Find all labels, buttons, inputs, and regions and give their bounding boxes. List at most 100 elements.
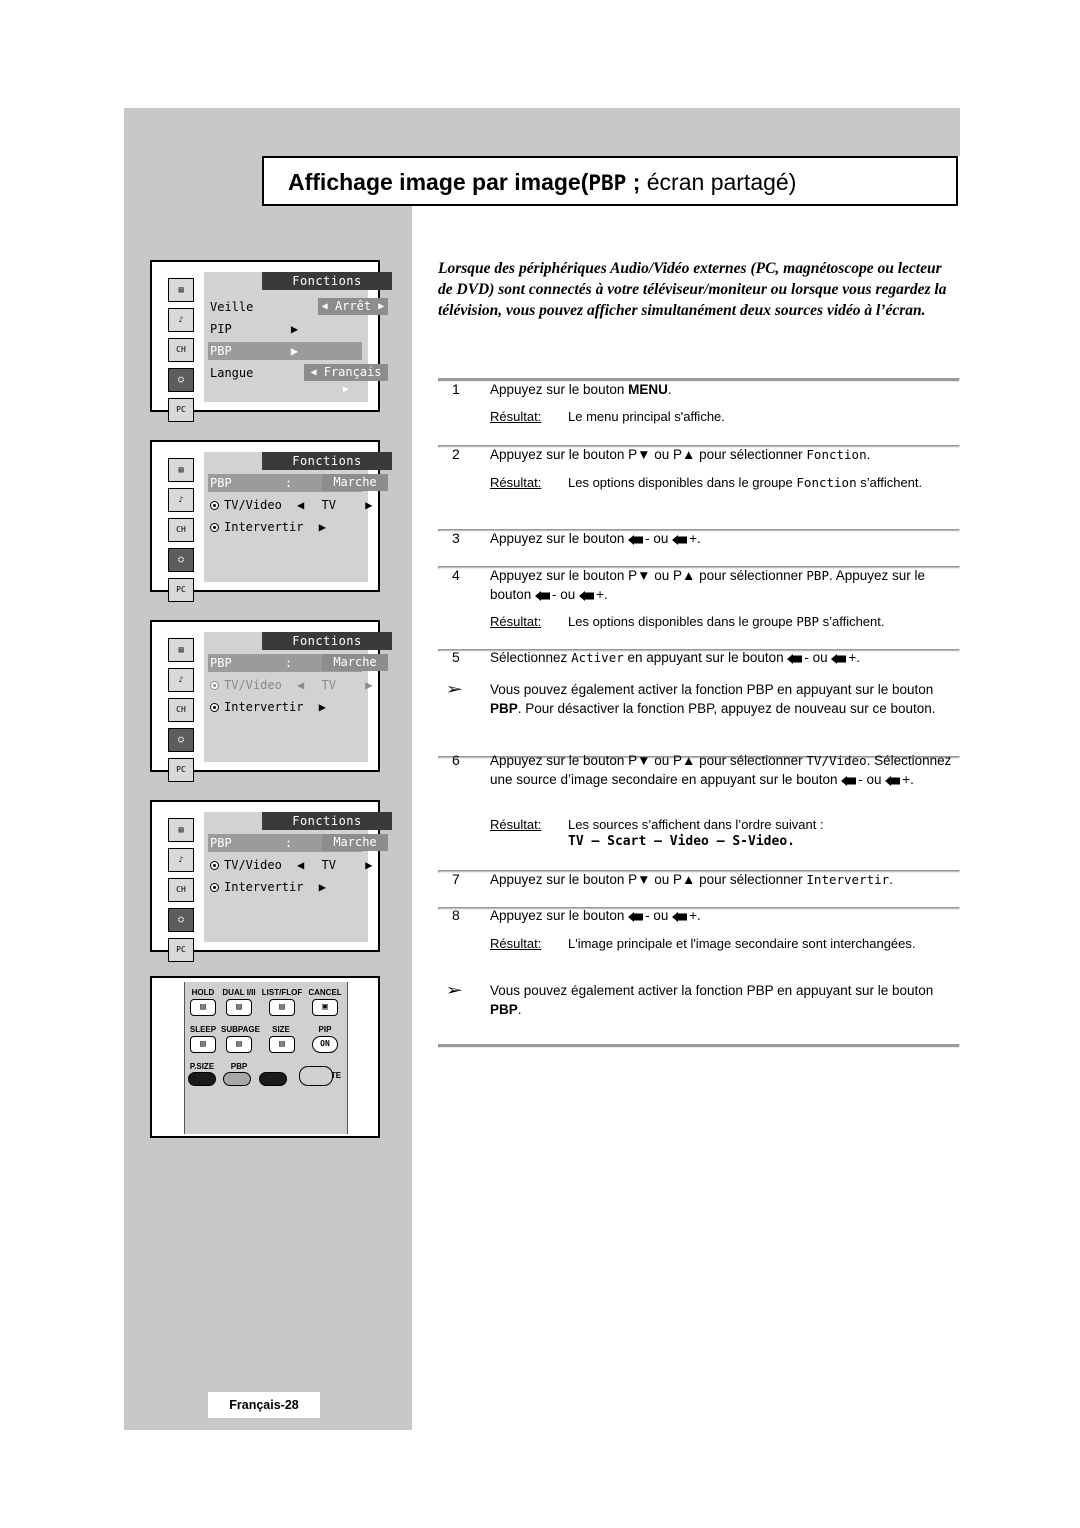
remote-button-pbp[interactable] xyxy=(223,1072,251,1086)
note-arrow-icon: ➢ xyxy=(445,681,464,698)
note-1: ➢ Vous pouvez également activer la fonct… xyxy=(438,680,960,718)
osd-panel-1-inner: ▤ ♪ CH ⛭ PC Fonctions Veille ◀ Arrêt ▶ P… xyxy=(158,268,392,422)
step-6-text-mono: TV/Video xyxy=(806,753,867,768)
osd-panel-2: ▤ ♪ CH ⛭ PC Fonctions PBP : Marche TV/Vi… xyxy=(150,440,392,602)
osd-title-1: Fonctions xyxy=(262,272,392,290)
left-arrow-icon: ◀ xyxy=(297,678,305,692)
step-3-text-mid: - ou xyxy=(645,531,673,546)
step-1-text-pre: Appuyez sur le bouton xyxy=(490,382,629,397)
remote-label-cancel: CANCEL xyxy=(308,988,342,997)
step-2-text: Appuyez sur le bouton P▼ ou P▲ pour séle… xyxy=(490,445,960,464)
osd-row-pbp-3-sep: : xyxy=(284,656,293,670)
step-2-text-mono: Fonction xyxy=(806,447,867,462)
page: Affichage image par image(PBP ; écran pa… xyxy=(0,0,1080,1528)
osd-row-tvvideo-4: TV/Video ◀ TV ▶ xyxy=(210,856,372,874)
osd-row-tvvideo-2-label: TV/Video xyxy=(224,498,282,512)
osd-panel-3: ▤ ♪ CH ⛭ PC Fonctions PBP : Marche TV/Vi… xyxy=(150,620,392,782)
volume-up-key-icon xyxy=(672,535,689,545)
osd-body-3: Fonctions PBP : Marche TV/Video ◀ TV ▶ I… xyxy=(204,632,392,762)
step-8-text: Appuyez sur le bouton - ou +. xyxy=(490,906,960,925)
step-7-text-pre: Appuyez sur le bouton P▼ ou P▲ pour séle… xyxy=(490,872,807,887)
step-6-result: Résultat: Les sources s’affichent dans l… xyxy=(438,815,960,834)
remote-button-cancel[interactable]: ▣ xyxy=(312,999,338,1016)
step-1-result: Résultat: Le menu principal s'affiche. xyxy=(438,407,960,426)
radio-icon xyxy=(210,501,219,510)
osd-row-pbp-3-label: PBP xyxy=(210,656,232,670)
step-6-text-pre: Appuyez sur le bouton P▼ ou P▲ pour séle… xyxy=(490,753,807,768)
osd-panel-4-inner: ▤ ♪ CH ⛭ PC Fonctions PBP : Marche TV/Vi… xyxy=(158,808,392,962)
picture-icon: ▤ xyxy=(168,278,194,302)
remote-button-psize[interactable] xyxy=(188,1072,216,1086)
volume-down-key-icon xyxy=(841,776,858,786)
step-6-source-order: TV – Scart – Video – S-Video. xyxy=(568,834,795,849)
osd-row-intervertir-4: Intervertir ▶ xyxy=(210,878,326,896)
step-4-result: Résultat: Les options disponibles dans l… xyxy=(438,612,960,631)
note-2-text-bold: PBP xyxy=(490,1002,518,1017)
pc-icon: PC xyxy=(168,758,194,782)
remote-button-size[interactable]: ▤ xyxy=(269,1036,295,1053)
picture-icon: ▤ xyxy=(168,818,194,842)
channel-icon: CH xyxy=(168,878,194,902)
step-3-text: Appuyez sur le bouton - ou +. xyxy=(490,529,960,548)
left-arrow-icon: ◀ xyxy=(321,301,328,312)
osd-row-tvvideo-4-label: TV/Video xyxy=(224,858,282,872)
step-2-number: 2 xyxy=(452,446,460,462)
osd-value-pbp-3-text: Marche xyxy=(333,655,377,669)
remote-label-subpage: SUBPAGE xyxy=(221,1025,260,1034)
remote-control-panel: HOLD DUAL I/II LIST/FLOF CANCEL ▤ ▤ ▤ ▣ … xyxy=(150,976,380,1138)
step-5-number: 5 xyxy=(452,649,460,665)
remote-button-blank[interactable] xyxy=(259,1072,287,1086)
step-5-text-mid: - ou xyxy=(804,650,832,665)
osd-value-langue-text: Français xyxy=(323,365,382,379)
step-3-number: 3 xyxy=(452,530,460,546)
right-arrow-icon: ▶ xyxy=(342,384,350,395)
intro-paragraph: Lorsque des périphériques Audio/Vidéo ex… xyxy=(438,260,947,319)
remote-label-size: SIZE xyxy=(272,1025,290,1034)
osd-value-pbp-4: Marche xyxy=(322,834,388,851)
step-4-text-mid: - ou xyxy=(552,587,580,602)
channel-icon: CH xyxy=(168,518,194,542)
page-title-bar: Affichage image par image(PBP ; écran pa… xyxy=(262,156,958,206)
osd-title-3: Fonctions xyxy=(262,632,392,650)
osd-row-intervertir-2-label: Intervertir xyxy=(224,520,304,534)
step-5-text-end: +. xyxy=(848,650,861,665)
remote-body: HOLD DUAL I/II LIST/FLOF CANCEL ▤ ▤ ▤ ▣ … xyxy=(184,982,348,1134)
step-7-text-post: . xyxy=(889,872,893,887)
right-arrow-icon: ▶ xyxy=(365,498,373,512)
step-6-result-body: Les sources s’affichent dans l’ordre sui… xyxy=(568,817,824,832)
step-8-result: Résultat: L'image principale et l'image … xyxy=(438,934,960,953)
remote-label-pbp: PBP xyxy=(230,1062,248,1071)
osd-row-intervertir-3: Intervertir ▶ xyxy=(210,698,326,716)
remote-button-listflof[interactable]: ▤ xyxy=(269,999,295,1016)
remote-button-sleep[interactable]: ▤ xyxy=(190,1036,216,1053)
step-2-text-pre: Appuyez sur le bouton P▼ ou P▲ pour séle… xyxy=(490,447,807,462)
osd-panel-1: ▤ ♪ CH ⛭ PC Fonctions Veille ◀ Arrêt ▶ P… xyxy=(150,260,392,422)
remote-button-locate[interactable] xyxy=(299,1066,333,1086)
osd-row-veille: Veille xyxy=(210,298,253,316)
osd-row-intervertir-3-label: Intervertir xyxy=(224,700,304,714)
remote-button-subpage[interactable]: ▤ xyxy=(226,1036,252,1053)
remote-button-pip-on[interactable]: ON xyxy=(312,1036,338,1053)
channel-icon: CH xyxy=(168,698,194,722)
step-2-result-label: Résultat: xyxy=(490,475,542,490)
osd-row-langue: Langue xyxy=(210,364,253,382)
remote-button-hold[interactable]: ▤ xyxy=(190,999,216,1016)
osd-panel-4: ▤ ♪ CH ⛭ PC Fonctions PBP : Marche TV/Vi… xyxy=(150,800,392,962)
step-6-result-label: Résultat: xyxy=(490,817,542,832)
function-icon: ⛭ xyxy=(168,908,194,932)
osd-row-tvvideo-3: TV/Video ◀ TV ▶ xyxy=(210,676,372,694)
pc-icon: PC xyxy=(168,938,194,962)
osd-title-2: Fonctions xyxy=(262,452,392,470)
remote-button-dual[interactable]: ▤ xyxy=(226,999,252,1016)
step-8-result-body: L'image principale et l'image secondaire… xyxy=(568,936,916,951)
osd-row-tvvideo-3-value: TV xyxy=(321,678,336,692)
sound-icon: ♪ xyxy=(168,308,194,332)
osd-row-tvvideo-2: TV/Video ◀ TV ▶ xyxy=(210,496,372,514)
step-1-result-label: Résultat: xyxy=(490,409,542,424)
step-4-result-pre: Les options disponibles dans le groupe xyxy=(568,614,797,629)
osd-title-4: Fonctions xyxy=(262,812,392,830)
osd-row-intervertir-4-label: Intervertir xyxy=(224,880,304,894)
right-arrow-icon: ▶ xyxy=(290,322,299,336)
osd-icon-column-4: ▤ ♪ CH ⛭ PC xyxy=(168,818,198,968)
step-1: 1 Appuyez sur le bouton MENU. xyxy=(438,380,960,399)
